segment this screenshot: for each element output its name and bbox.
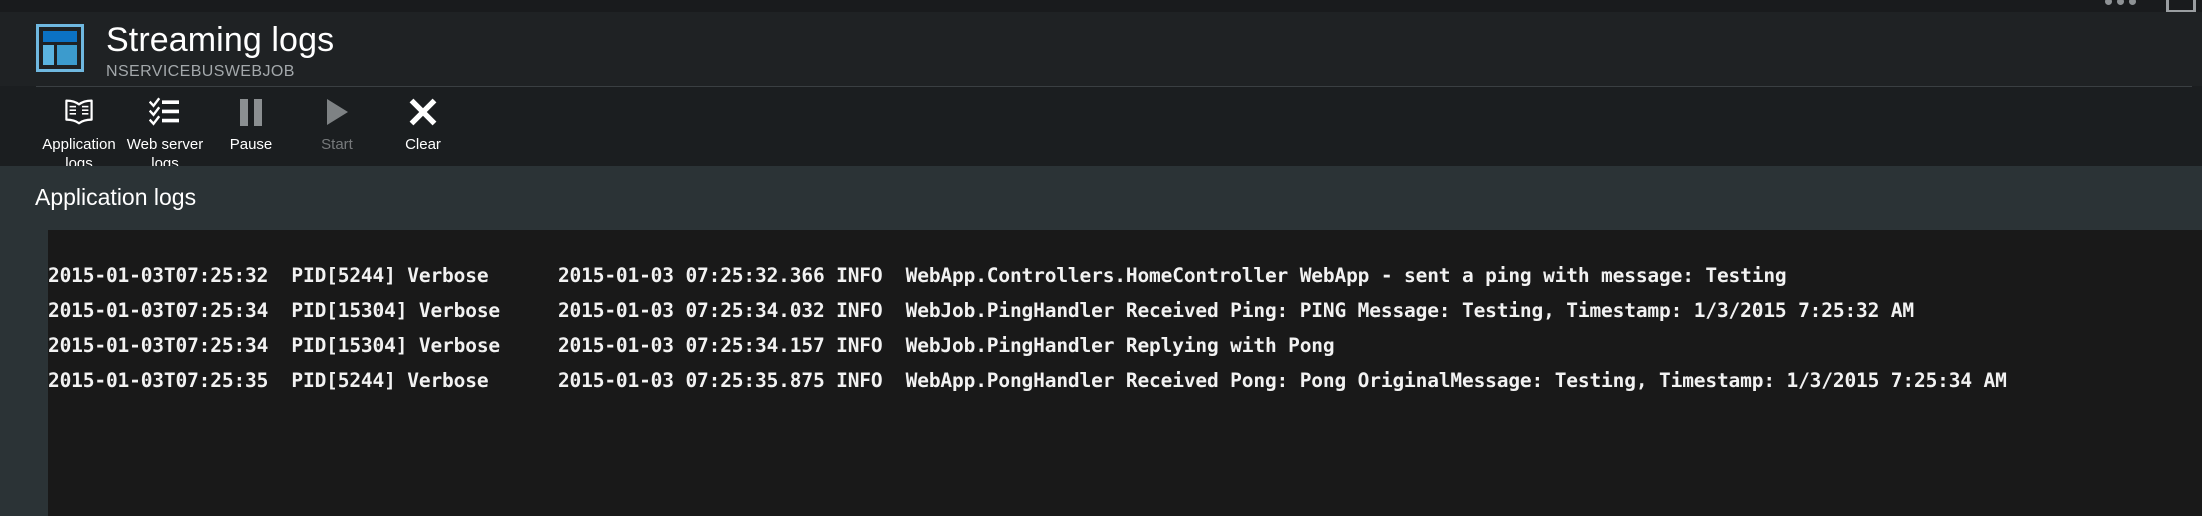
blade-header: Streaming logs NSERVICEBUSWEBJOB (0, 12, 2202, 86)
play-icon (326, 95, 348, 129)
log-line: 2015-01-03T07:25:32 PID[5244] Verbose 20… (48, 264, 1787, 287)
log-console[interactable]: 2015-01-03T07:25:32 PID[5244] Verbose 20… (48, 230, 2202, 516)
streaming-logs-blade: Streaming logs NSERVICEBUSWEBJOB Applica… (0, 0, 2202, 516)
log-line-list: 2015-01-03T07:25:32 PID[5244] Verbose 20… (48, 230, 2202, 398)
close-x-icon (408, 95, 438, 129)
book-icon (62, 95, 96, 129)
toolbar-button-application-logs[interactable]: Application logs (36, 87, 122, 173)
toolbar-button-web-server-logs[interactable]: Web server logs (122, 87, 208, 173)
pause-bar (254, 98, 262, 126)
checklist-icon (149, 95, 181, 129)
toolbar-label: Clear (405, 136, 441, 153)
page-subtitle: NSERVICEBUSWEBJOB (106, 63, 295, 80)
web-app-icon (36, 24, 84, 72)
command-toolbar: Application logs Web server logs Pause S… (36, 87, 466, 172)
toolbar-label: Pause (229, 136, 273, 153)
page-title: Streaming logs (106, 21, 335, 59)
ellipsis-dot (2105, 0, 2112, 5)
blade-header-content: Streaming logs NSERVICEBUSWEBJOB (36, 18, 334, 82)
window-top-strip (0, 0, 2202, 13)
toolbar-button-start[interactable]: Start (294, 87, 380, 154)
web-app-icon-panels (43, 45, 77, 65)
ellipsis-dot (2129, 0, 2136, 5)
pause-bars (240, 98, 262, 126)
web-app-icon-topbar (43, 31, 77, 42)
section-title: Application logs (35, 184, 197, 210)
web-app-icon-right-panel (57, 45, 77, 65)
pause-bar (240, 98, 248, 126)
log-line: 2015-01-03T07:25:35 PID[5244] Verbose 20… (48, 369, 2007, 392)
web-app-icon-left-panel (43, 45, 54, 65)
play-triangle (326, 99, 348, 125)
toolbar-button-clear[interactable]: Clear (380, 87, 466, 154)
console-area: 2015-01-03T07:25:32 PID[5244] Verbose 20… (0, 230, 2202, 516)
ellipsis-dot (2117, 0, 2124, 5)
blade-header-text: Streaming logs NSERVICEBUSWEBJOB (106, 18, 334, 82)
log-line: 2015-01-03T07:25:34 PID[15304] Verbose 2… (48, 299, 1914, 322)
section-header-band: Application logs (0, 166, 2202, 230)
toolbar-button-pause[interactable]: Pause (208, 87, 294, 154)
ellipsis-icon[interactable] (2101, 0, 2140, 11)
pause-icon (240, 95, 262, 129)
log-line: 2015-01-03T07:25:34 PID[15304] Verbose 2… (48, 334, 1335, 357)
toolbar-label: Start (321, 136, 353, 153)
